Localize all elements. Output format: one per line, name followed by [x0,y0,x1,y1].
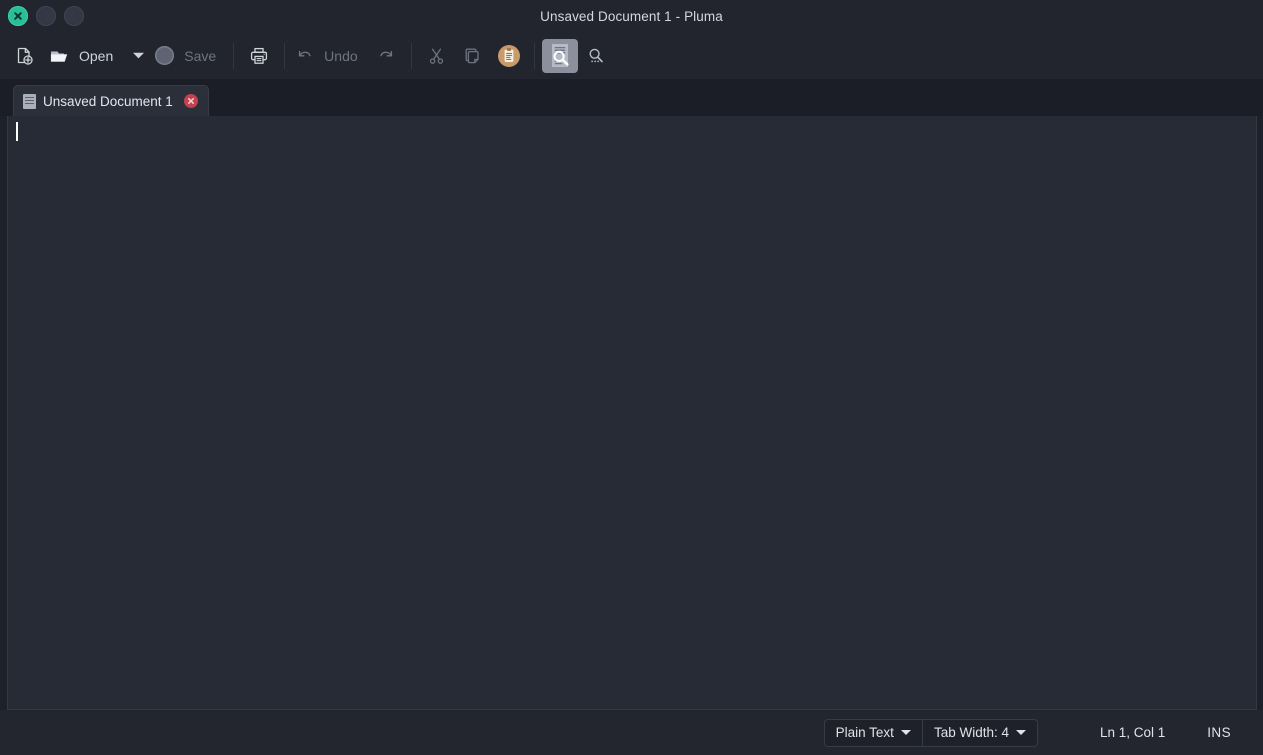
open-button[interactable]: Open [42,39,149,73]
tab-close-button[interactable] [183,94,198,108]
minimize-window-button[interactable] [36,6,56,26]
window-controls [0,6,84,26]
folder-open-icon [50,51,68,62]
save-icon [155,46,175,65]
save-button[interactable]: Save [149,39,226,73]
tab-width-selector[interactable]: Tab Width: 4 [922,718,1038,747]
insert-mode-indicator: INS [1207,725,1231,740]
new-document-icon [17,47,33,65]
close-icon [187,98,194,104]
document-icon [23,93,36,109]
replace-button[interactable] [578,39,614,73]
title-bar: Unsaved Document 1 - Pluma [0,0,1263,32]
close-window-button[interactable] [8,6,28,26]
main-toolbar: Open Save Undo [0,32,1263,79]
editor-container [0,116,1263,710]
printer-icon [251,47,268,64]
undo-button[interactable]: Undo [292,39,367,73]
toolbar-separator-3 [410,42,412,69]
paste-button[interactable] [491,39,527,73]
window-title: Unsaved Document 1 - Pluma [540,8,723,24]
pluma-window: Unsaved Document 1 - Pluma Open Save Und… [0,0,1263,755]
chevron-down-icon [900,730,911,735]
close-icon [14,12,22,20]
cursor-position: Ln 1, Col 1 [1099,725,1166,740]
toolbar-separator-4 [533,42,535,69]
tab-unsaved-document-1[interactable]: Unsaved Document 1 [13,85,209,116]
undo-button-label: Undo [324,47,358,64]
redo-icon [379,50,392,56]
save-button-label: Save [184,47,217,64]
maximize-window-button[interactable] [64,6,84,26]
find-replace-icon [589,48,603,62]
cut-button[interactable] [419,39,455,73]
open-dropdown-button[interactable] [132,47,145,65]
copy-icon [465,48,479,63]
open-button-label: Open [79,47,114,64]
scissors-icon [429,48,444,64]
paste-icon [497,44,520,67]
status-bar: Plain Text Tab Width: 4 Ln 1, Col 1 INS [0,710,1263,755]
undo-icon [299,50,311,56]
tab-strip: Unsaved Document 1 [0,79,1263,116]
print-button[interactable] [241,39,277,73]
chevron-down-icon [1015,730,1026,735]
language-label: Plain Text [835,725,894,740]
find-icon [551,43,569,67]
find-button[interactable] [541,38,578,73]
toolbar-separator-2 [284,42,286,69]
copy-button[interactable] [455,39,491,73]
redo-button[interactable] [368,39,404,73]
tab-width-label: Tab Width: 4 [933,725,1009,740]
text-cursor [16,122,18,141]
toolbar-separator-1 [233,42,235,69]
chevron-down-icon [133,52,145,58]
language-selector[interactable]: Plain Text [823,718,923,747]
tab-label: Unsaved Document 1 [43,93,173,109]
text-editor-area[interactable] [7,116,1257,710]
new-document-button[interactable] [6,39,42,73]
